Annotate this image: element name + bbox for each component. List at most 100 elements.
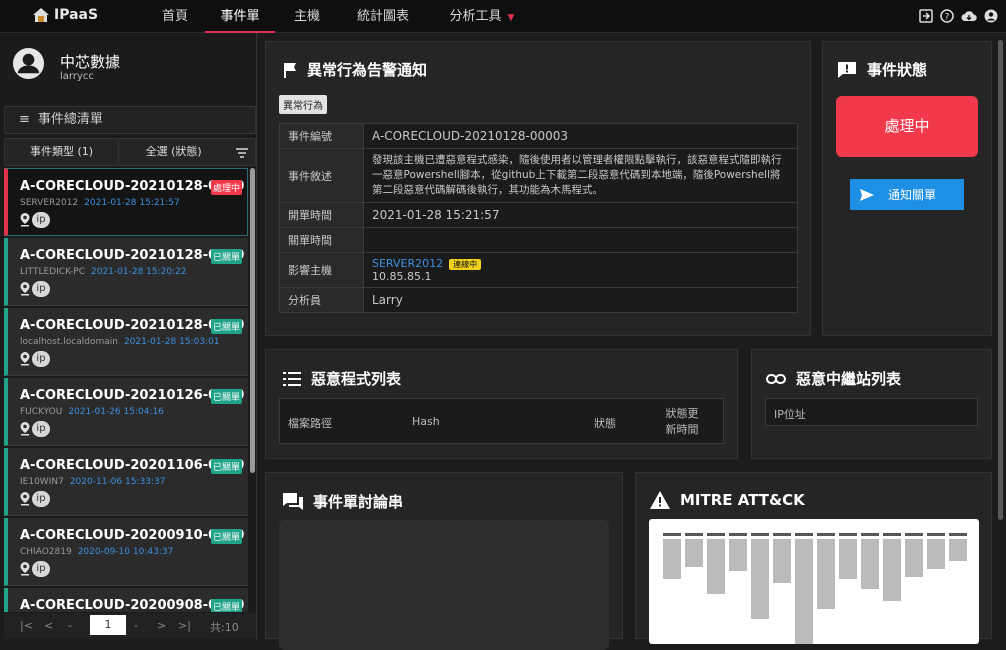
discussion-thread-area[interactable] xyxy=(279,520,609,650)
detail-row-analyst: 分析員 Larry xyxy=(279,287,798,313)
event-list-title: 事件總清單 xyxy=(37,112,103,127)
relay-title-row: 惡意中繼站列表 xyxy=(766,368,901,389)
event-item[interactable]: A-CORECLOUD-20210128-0000 處理中 SERVER2012… xyxy=(4,168,248,236)
event-item[interactable]: A-CORECLOUD-20201106-0000 已關單 IE10WIN7 20… xyxy=(4,448,248,516)
mitre-panel: MITRE ATT&CK xyxy=(635,472,992,644)
malware-table-header: 檔案路徑 Hash 狀態 狀態更新時間 xyxy=(279,398,724,444)
event-item[interactable]: A-CORECLOUD-20210128-0000 已關單 localhost.… xyxy=(4,308,248,376)
event-item[interactable]: A-CORECLOUD-20210128-0000 已關單 LITTLEDICK… xyxy=(4,238,248,306)
event-type-filter[interactable]: 事件類型 (1) xyxy=(5,139,120,165)
account-icon[interactable] xyxy=(984,9,998,23)
prev-page-icon[interactable]: < xyxy=(44,619,53,632)
col-file-path: 檔案路徑 xyxy=(288,417,332,430)
event-host: CHIAO2819 2020-09-10 10:43:37 xyxy=(20,547,173,557)
event-item[interactable]: A-CORECLOUD-20210126-0000 已關單 FUCKYOU 202… xyxy=(4,378,248,446)
event-item[interactable]: A-CORECLOUD-20200908-0000 已關單 xyxy=(4,588,248,612)
status-badge: 已關單 xyxy=(211,459,243,474)
event-filters: 事件類型 (1) 全選 (狀態) xyxy=(4,138,256,166)
nav-hosts[interactable]: 主機 xyxy=(282,0,332,33)
event-item[interactable]: A-CORECLOUD-20200910-0000 已關單 CHIAO2819 2… xyxy=(4,518,248,586)
host-link[interactable]: SERVER2012 xyxy=(372,257,443,270)
notify-close-label: 通知關單 xyxy=(888,188,937,202)
page-scrollbar-thumb[interactable] xyxy=(998,40,1003,520)
ip-chip[interactable]: ip xyxy=(32,351,50,367)
event-host: LITTLEDICK-PC 2021-01-28 15:20:22 xyxy=(20,267,187,277)
event-time: 2021-01-28 15:21:57 xyxy=(84,198,180,208)
ip-chip[interactable]: ip xyxy=(32,491,50,507)
event-host: FUCKYOU 2021-01-26 15:04:16 xyxy=(20,407,164,417)
chat-icon xyxy=(283,492,303,510)
next-page-icon[interactable]: > xyxy=(157,619,166,632)
ip-chip[interactable]: ip xyxy=(32,421,50,437)
col-hash: Hash xyxy=(412,415,440,428)
logout-icon[interactable] xyxy=(919,9,933,23)
malware-list-panel: 惡意程式列表 檔案路徑 Hash 狀態 狀態更新時間 xyxy=(265,349,738,459)
ip-chip[interactable]: ip xyxy=(32,281,50,297)
ip-chip[interactable]: ip xyxy=(32,212,50,228)
alert-title-row: 異常行為告警通知 xyxy=(283,59,427,80)
user-avatar-icon xyxy=(12,47,45,80)
col-status-updated: 狀態更新時間 xyxy=(665,407,699,436)
notify-close-button[interactable]: 通知關單 xyxy=(850,179,964,210)
event-location: ip xyxy=(20,281,50,297)
status-badge: 已關單 xyxy=(211,249,243,264)
cloud-download-icon[interactable] xyxy=(961,9,977,23)
alert-type-tag: 異常行為 xyxy=(279,95,327,114)
current-page-input[interactable]: 1 xyxy=(90,615,126,635)
flag-icon xyxy=(284,62,296,78)
ip-chip[interactable]: ip xyxy=(32,561,50,577)
alert-title: 異常行為告警通知 xyxy=(307,61,428,79)
alert-detail-panel: 異常行為告警通知 異常行為 事件編號 A-CORECLOUD-20210128-… xyxy=(265,41,811,336)
event-host: SERVER2012 2021-01-28 15:21:57 xyxy=(20,198,180,208)
relay-table-header: IP位址 xyxy=(765,398,978,426)
event-location: ip xyxy=(20,491,50,507)
help-icon[interactable]: ? xyxy=(940,9,954,23)
close-time-label: 關單時間 xyxy=(279,227,364,253)
user-id: larrycc xyxy=(60,71,94,82)
mitre-matrix-image[interactable] xyxy=(649,519,979,644)
filter-icon[interactable] xyxy=(228,139,255,165)
mitre-title-row: MITRE ATT&CK xyxy=(650,491,805,509)
send-icon xyxy=(860,188,874,201)
nav-analysis-tools[interactable]: 分析工具 ▼ xyxy=(437,0,527,33)
nav-events[interactable]: 事件單 xyxy=(205,0,275,33)
desc-label: 事件敘述 xyxy=(279,148,364,203)
mitre-title: MITRE ATT&CK xyxy=(680,491,805,509)
last-page-icon[interactable]: >| xyxy=(178,619,191,632)
first-page-icon[interactable]: |< xyxy=(20,619,33,632)
event-list-scrollbar[interactable] xyxy=(250,168,255,473)
list-icon: ≡ xyxy=(19,112,30,127)
page-scrollbar[interactable] xyxy=(996,33,1006,639)
detail-row-event-no: 事件編號 A-CORECLOUD-20210128-00003 xyxy=(279,123,798,149)
status-title-row: 事件狀態 xyxy=(837,59,927,80)
detail-row-open-time: 開單時間 2021-01-28 15:21:57 xyxy=(279,202,798,228)
analyst-label: 分析員 xyxy=(279,287,364,313)
detail-row-host: 影響主機 SERVER2012 連線中 10.85.85.1 xyxy=(279,252,798,288)
status-badge: 已關單 xyxy=(211,529,243,544)
status-processing-button[interactable]: 處理中 xyxy=(836,96,978,157)
event-location: ip xyxy=(20,351,50,367)
event-host-name: CHIAO2819 xyxy=(20,547,72,557)
link-icon xyxy=(766,373,786,384)
svg-text:?: ? xyxy=(945,13,950,23)
event-host-name: LITTLEDICK-PC xyxy=(20,267,85,277)
status-filter[interactable]: 全選 (狀態) xyxy=(119,139,228,165)
col-ip: IP位址 xyxy=(774,408,806,421)
alert-detail-table: 事件編號 A-CORECLOUD-20210128-00003 事件敘述 發現該… xyxy=(279,123,798,313)
event-location: ip xyxy=(20,561,50,577)
discussion-title-row: 事件單討論串 xyxy=(283,491,403,512)
brand-name: IPaaS xyxy=(54,7,99,23)
nav-home[interactable]: 首頁 xyxy=(150,0,200,33)
pagination: |< < - 1 - > >| 共:10 xyxy=(4,613,256,639)
event-host-name: FUCKYOU xyxy=(20,407,63,417)
event-list-header: ≡ 事件總清單 xyxy=(4,106,256,134)
warning-icon xyxy=(650,491,670,509)
event-host: IE10WIN7 2020-11-06 15:33:37 xyxy=(20,477,165,487)
status-badge: 已關單 xyxy=(211,389,243,404)
event-location: ip xyxy=(20,212,50,228)
nav-charts[interactable]: 統計圖表 xyxy=(348,0,418,33)
brand-logo[interactable]: IPaaS xyxy=(32,7,98,23)
detail-row-desc: 事件敘述 發現該主機已遭惡意程式感染，隨後使用者以管理者權限點擊執行，該惡意程式… xyxy=(279,148,798,203)
col-status: 狀態 xyxy=(594,417,616,430)
list-bullets-icon xyxy=(283,371,301,386)
